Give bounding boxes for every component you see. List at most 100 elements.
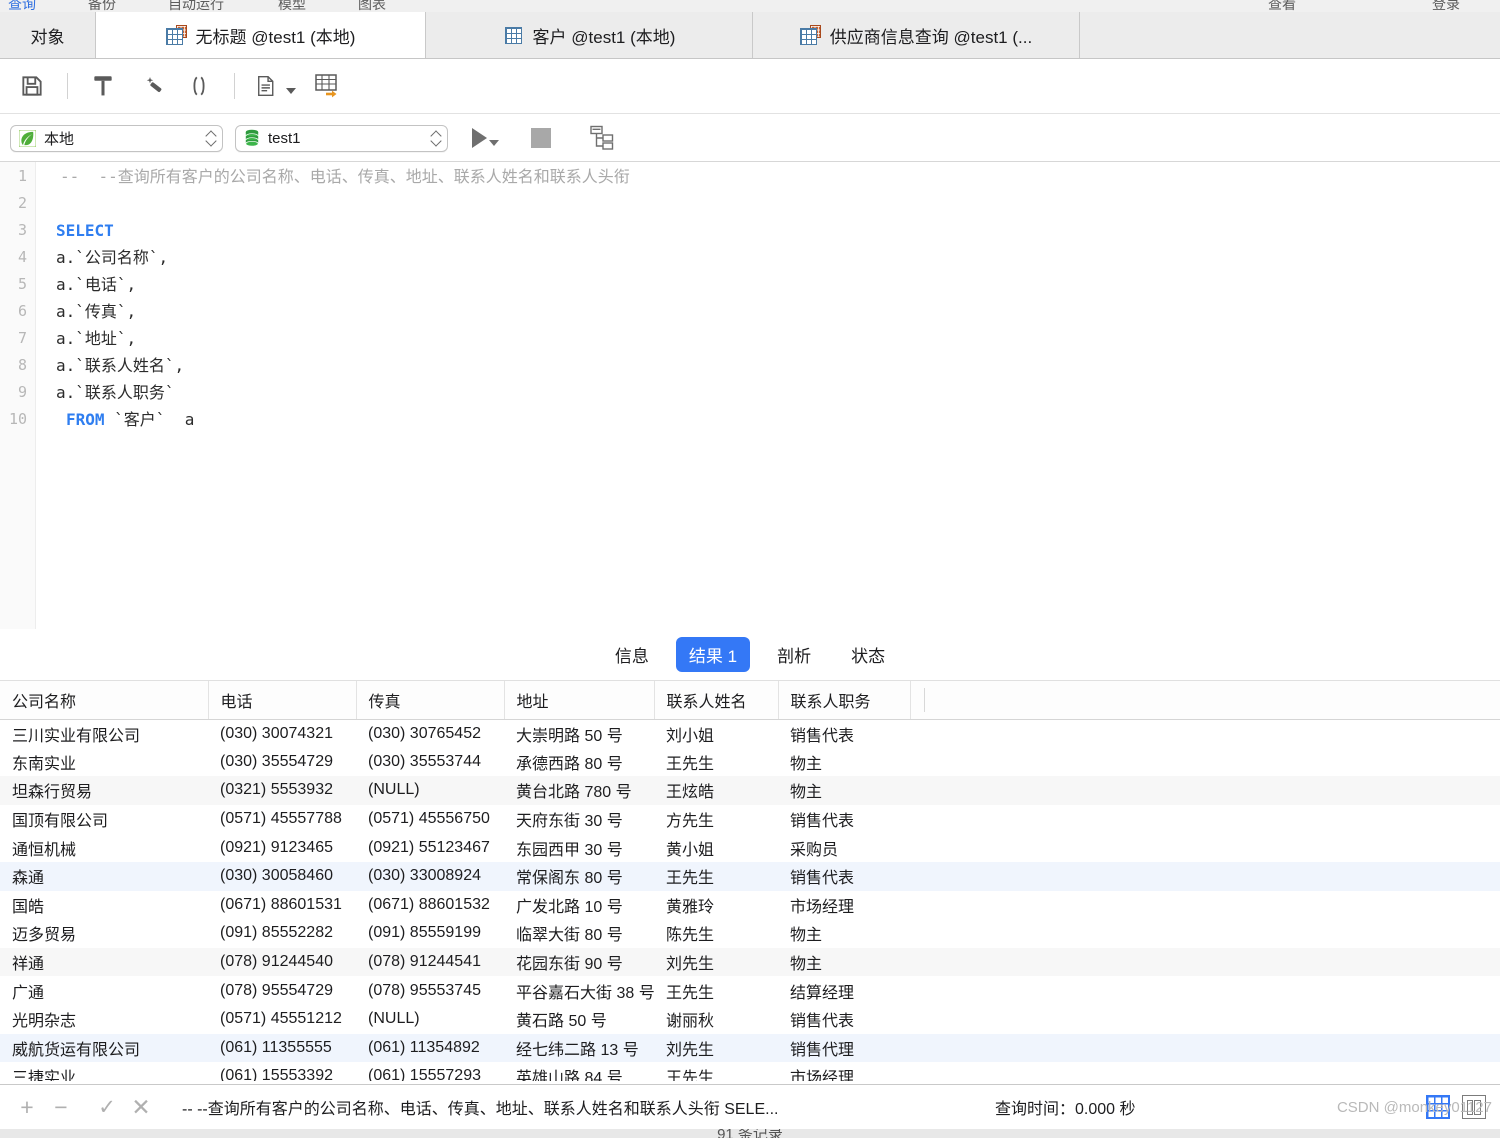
cell-phone[interactable]: (091) 85552282	[208, 919, 356, 948]
cell-company[interactable]: 东南实业	[0, 748, 208, 777]
chevron-down-icon[interactable]	[489, 140, 499, 146]
cell-fax[interactable]: (078) 91244541	[356, 947, 504, 977]
cell-contact-name[interactable]: 方先生	[654, 805, 778, 834]
cell-fax[interactable]: (091) 85559199	[356, 919, 504, 948]
menu-item-chart[interactable]: 图表	[358, 0, 386, 12]
column-header-company[interactable]: 公司名称	[0, 681, 209, 720]
cell-contact-name[interactable]: 王先生	[654, 1062, 778, 1081]
cell-company[interactable]: 三捷实业	[0, 1062, 208, 1081]
cell-address[interactable]: 常保阁东 80 号	[504, 861, 654, 891]
sql-editor[interactable]: 1 2 3 4 5 6 7 8 9 10 -- --查询所有客户的公司名称、电话…	[0, 162, 1500, 629]
table-row[interactable]: 三捷实业 (061) 15553392 (061) 15557293 英雄山路 …	[0, 1062, 1500, 1081]
cell-contact-title[interactable]: 采购员	[778, 833, 910, 862]
table-row[interactable]: 三川实业有限公司 (030) 30074321 (030) 30765452 大…	[0, 719, 1500, 748]
cell-contact-name[interactable]: 王先生	[654, 861, 778, 891]
remove-record-icon[interactable]: −	[44, 1090, 78, 1124]
column-header-phone[interactable]: 电话	[208, 681, 357, 720]
cell-fax[interactable]: (NULL)	[356, 1005, 504, 1034]
table-row[interactable]: 国顶有限公司 (0571) 45557788 (0571) 45556750 天…	[0, 805, 1500, 834]
cell-fax[interactable]: (0671) 88601532	[356, 891, 504, 920]
cell-contact-title[interactable]: 销售代表	[778, 719, 910, 748]
tab-status[interactable]: 状态	[838, 637, 898, 672]
cell-contact-name[interactable]: 刘先生	[654, 1033, 778, 1063]
table-row[interactable]: 国皓 (0671) 88601531 (0671) 88601532 广发北路 …	[0, 891, 1500, 920]
column-header-contact-title[interactable]: 联系人职务	[778, 681, 911, 720]
apply-changes-icon[interactable]: ✓	[90, 1090, 124, 1124]
magic-format-icon[interactable]	[127, 64, 175, 108]
cell-contact-title[interactable]: 物主	[778, 748, 910, 777]
cell-address[interactable]: 黄台北路 780 号	[504, 776, 654, 805]
text-document-icon[interactable]	[246, 64, 304, 108]
result-grid[interactable]: 公司名称 电话 传真 地址 联系人姓名 联系人职务 三川实业有限公司 (030)…	[0, 681, 1500, 1081]
cell-company[interactable]: 森通	[0, 861, 208, 891]
cell-address[interactable]: 临翠大街 80 号	[504, 919, 654, 948]
form-view-icon[interactable]	[1462, 1095, 1486, 1119]
cell-phone[interactable]: (0321) 5553932	[208, 776, 356, 805]
cell-contact-title[interactable]: 市场经理	[778, 891, 910, 920]
grid-view-icon[interactable]	[1426, 1095, 1450, 1119]
tab-untitled-query[interactable]: 无标题 @test1 (本地)	[96, 12, 426, 58]
cell-company[interactable]: 光明杂志	[0, 1005, 208, 1034]
column-header-contact-name[interactable]: 联系人姓名	[654, 681, 779, 720]
table-row[interactable]: 祥通 (078) 91244540 (078) 91244541 花园东街 90…	[0, 947, 1500, 977]
menu-item-backup[interactable]: 备份	[88, 0, 116, 12]
cell-address[interactable]: 大崇明路 50 号	[504, 719, 654, 748]
tab-profile[interactable]: 剖析	[764, 637, 824, 672]
chevron-down-icon[interactable]	[285, 88, 296, 94]
cell-contact-name[interactable]: 刘先生	[654, 947, 778, 977]
cell-address[interactable]: 东园西甲 30 号	[504, 833, 654, 862]
cell-phone[interactable]: (061) 11355555	[208, 1033, 356, 1063]
cell-fax[interactable]: (030) 35553744	[356, 748, 504, 777]
cell-phone[interactable]: (0671) 88601531	[208, 891, 356, 920]
stop-query-button[interactable]	[531, 128, 551, 148]
cell-fax[interactable]: (0921) 55123467	[356, 833, 504, 862]
tab-customer-table[interactable]: 客户 @test1 (本地)	[426, 12, 753, 58]
cell-fax[interactable]: (0571) 45556750	[356, 805, 504, 834]
cell-phone[interactable]: (030) 30058460	[208, 861, 356, 891]
cell-contact-name[interactable]: 王先生	[654, 976, 778, 1005]
cell-address[interactable]: 承德西路 80 号	[504, 748, 654, 777]
cell-address[interactable]: 天府东街 30 号	[504, 805, 654, 834]
cell-address[interactable]: 英雄山路 84 号	[504, 1062, 654, 1081]
column-header-address[interactable]: 地址	[504, 681, 655, 720]
cell-phone[interactable]: (078) 95554729	[208, 976, 356, 1005]
table-row[interactable]: 东南实业 (030) 35554729 (030) 35553744 承德西路 …	[0, 748, 1500, 777]
cell-fax[interactable]: (078) 95553745	[356, 976, 504, 1005]
menu-item-model[interactable]: 模型	[278, 0, 306, 12]
cell-contact-title[interactable]: 销售代表	[778, 1005, 910, 1034]
sql-code-area[interactable]: -- --查询所有客户的公司名称、电话、传真、地址、联系人姓名和联系人头衔 SE…	[44, 162, 1500, 629]
table-row[interactable]: 广通 (078) 95554729 (078) 95553745 平谷嘉石大街 …	[0, 976, 1500, 1005]
cell-address[interactable]: 平谷嘉石大街 38 号	[504, 976, 654, 1005]
menu-item-login[interactable]: 登录	[1432, 0, 1460, 12]
tab-result-1[interactable]: 结果 1	[675, 637, 751, 672]
cell-company[interactable]: 国皓	[0, 891, 208, 920]
cell-phone[interactable]: (0921) 9123465	[208, 833, 356, 862]
menu-item-automation[interactable]: 自动运行	[168, 0, 224, 12]
cell-contact-title[interactable]: 结算经理	[778, 976, 910, 1005]
cell-contact-title[interactable]: 销售代理	[778, 1033, 910, 1063]
cell-company[interactable]: 迈多贸易	[0, 919, 208, 948]
export-table-icon[interactable]	[304, 64, 352, 108]
cell-fax[interactable]: (030) 33008924	[356, 861, 504, 891]
cell-contact-name[interactable]: 王先生	[654, 748, 778, 777]
cell-phone[interactable]: (0571) 45551212	[208, 1005, 356, 1034]
column-header-fax[interactable]: 传真	[356, 681, 505, 720]
cell-contact-name[interactable]: 黄小姐	[654, 833, 778, 862]
tab-info[interactable]: 信息	[602, 637, 662, 672]
cell-contact-title[interactable]: 销售代表	[778, 805, 910, 834]
cell-phone[interactable]: (061) 15553392	[208, 1062, 356, 1081]
cancel-changes-icon[interactable]: ✕	[124, 1090, 158, 1124]
cell-fax[interactable]: (061) 15557293	[356, 1062, 504, 1081]
cell-contact-title[interactable]: 市场经理	[778, 1062, 910, 1081]
table-row[interactable]: 威航货运有限公司 (061) 11355555 (061) 11354892 经…	[0, 1033, 1500, 1063]
parentheses-icon[interactable]	[175, 64, 223, 108]
cell-address[interactable]: 广发北路 10 号	[504, 891, 654, 920]
save-icon[interactable]	[8, 64, 56, 108]
table-row[interactable]: 森通 (030) 30058460 (030) 33008924 常保阁东 80…	[0, 861, 1500, 891]
tab-objects[interactable]: 对象	[0, 12, 96, 58]
cell-address[interactable]: 黄石路 50 号	[504, 1005, 654, 1034]
table-row[interactable]: 光明杂志 (0571) 45551212 (NULL) 黄石路 50 号 谢丽秋…	[0, 1005, 1500, 1034]
cell-company[interactable]: 威航货运有限公司	[0, 1033, 208, 1063]
add-record-icon[interactable]: +	[10, 1090, 44, 1124]
cell-contact-title[interactable]: 物主	[778, 919, 910, 948]
